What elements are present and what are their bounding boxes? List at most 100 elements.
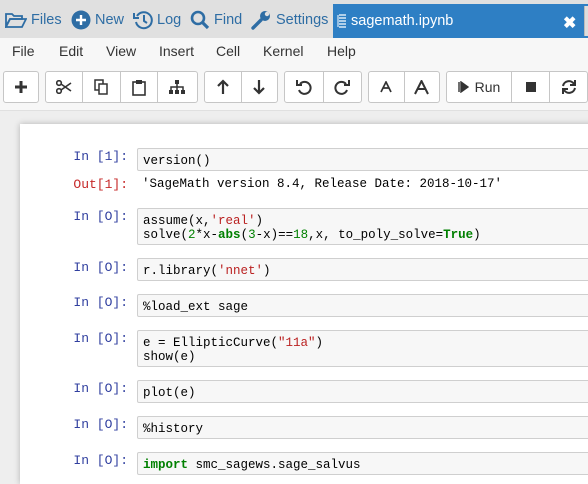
undo-button[interactable]	[285, 72, 324, 102]
edit-group	[45, 71, 198, 103]
code-cell-input[interactable]: version()	[137, 148, 588, 171]
menu-insert[interactable]: Insert	[159, 43, 194, 59]
code-cell-input[interactable]: %history	[137, 416, 588, 439]
settings-nav[interactable]: Settings	[251, 8, 328, 32]
files-nav[interactable]: Files	[5, 8, 62, 32]
font-group	[368, 71, 440, 103]
notebook-container: In [1]: version() Out[1]: 'SageMath vers…	[20, 124, 588, 484]
code-string: "11a"	[278, 336, 316, 350]
code-cell-input[interactable]: e = EllipticCurve("11a") show(e)	[137, 330, 588, 367]
copy-button[interactable]	[83, 72, 121, 102]
code-token: solve(	[143, 228, 189, 242]
close-icon[interactable]: ✖	[563, 13, 576, 33]
run-label: Run	[474, 79, 501, 95]
input-prompt: In [O]:	[73, 417, 128, 432]
input-prompt: In [O]:	[73, 453, 128, 468]
code-builtin: abs	[218, 228, 241, 242]
stop-icon	[525, 82, 536, 92]
menu-file[interactable]: File	[12, 43, 35, 59]
font-smaller-button[interactable]	[369, 72, 405, 102]
font-small-icon	[380, 81, 393, 93]
redo-button[interactable]	[324, 72, 362, 102]
code-cell-input[interactable]: import smc_sagews.sage_salvus	[137, 452, 588, 475]
code-cell-input[interactable]: assume(x,'real') solve(2*x-abs(3-x)==18,…	[137, 208, 588, 245]
code-token: )	[255, 214, 264, 228]
menubar: File Edit View Insert Cell Kernel Help	[0, 38, 588, 65]
input-prompt: In [O]:	[73, 260, 128, 275]
plus-icon	[15, 81, 27, 93]
next-tab-edge[interactable]	[584, 6, 588, 36]
top-navbar: Files New Log Find Settings sagemath.ipy…	[0, 0, 588, 39]
scissors-icon	[56, 80, 72, 94]
stop-button[interactable]	[512, 72, 550, 102]
code-cell-input[interactable]: plot(e)	[137, 380, 588, 403]
undo-icon	[295, 80, 312, 95]
insert-cell-button[interactable]	[4, 72, 38, 102]
font-large-icon	[414, 79, 430, 94]
font-larger-button[interactable]	[405, 72, 440, 102]
code-cell-input[interactable]: r.library('nnet')	[137, 258, 588, 281]
code-token: e = EllipticCurve(	[143, 336, 279, 350]
code-cell-input[interactable]: %load_ext sage	[137, 294, 588, 317]
paste-button[interactable]	[121, 72, 158, 102]
redo-icon	[334, 80, 351, 95]
tab-title: sagemath.ipynb	[351, 13, 454, 29]
code-keyword: import	[143, 458, 189, 472]
code-number: 3	[248, 228, 256, 242]
log-label: Log	[157, 12, 182, 28]
code-number: 18	[293, 228, 309, 242]
code-line: show(e)	[143, 350, 196, 364]
move-up-button[interactable]	[205, 72, 242, 102]
menu-help[interactable]: Help	[327, 43, 356, 59]
step-forward-icon	[457, 81, 469, 93]
input-prompt: In [1]:	[73, 149, 128, 164]
menu-kernel[interactable]: Kernel	[263, 43, 303, 59]
history-icon	[133, 11, 153, 30]
code-token: )	[263, 264, 271, 278]
menu-edit[interactable]: Edit	[59, 43, 83, 59]
code-token: r.library(	[143, 264, 219, 278]
sitemap-button[interactable]	[158, 72, 197, 102]
code-line: %history	[143, 422, 204, 436]
clipboard-icon	[131, 79, 146, 96]
new-label: New	[95, 12, 125, 28]
plus-circle-icon	[71, 10, 91, 30]
code-string: 'nnet'	[218, 264, 264, 278]
menu-view[interactable]: View	[106, 43, 136, 59]
new-nav[interactable]: New	[71, 8, 124, 32]
wrench-icon	[251, 11, 270, 30]
input-prompt: In [O]:	[73, 209, 128, 224]
code-token: )	[315, 336, 324, 350]
files-label: Files	[31, 12, 62, 28]
find-nav[interactable]: Find	[190, 8, 242, 32]
run-button[interactable]: Run	[447, 72, 512, 102]
input-prompt: In [O]:	[73, 331, 128, 346]
code-token: )	[473, 228, 481, 242]
log-nav[interactable]: Log	[133, 8, 181, 32]
toolbar: Run	[0, 64, 588, 111]
code-line: plot(e)	[143, 386, 196, 400]
input-prompt: In [O]:	[73, 295, 128, 310]
run-group: Run	[446, 71, 588, 103]
notebook-icon	[337, 14, 346, 28]
code-line: version()	[143, 154, 211, 168]
refresh-icon	[561, 80, 576, 94]
code-number: 2	[188, 228, 196, 242]
insert-group	[3, 71, 39, 103]
search-icon	[190, 10, 210, 30]
code-string: 'real'	[210, 214, 256, 228]
arrow-up-icon	[216, 79, 229, 94]
output-prompt: Out[1]:	[73, 177, 128, 192]
code-keyword: True	[443, 228, 474, 242]
cut-button[interactable]	[46, 72, 84, 102]
code-token: assume(x,	[143, 214, 211, 228]
move-down-button[interactable]	[242, 72, 278, 102]
output-text: 'SageMath version 8.4, Release Date: 201…	[142, 177, 503, 191]
restart-button[interactable]	[550, 72, 587, 102]
code-token: *x-	[195, 228, 219, 242]
arrow-down-icon	[253, 80, 266, 95]
tab-sagemath-ipynb[interactable]: sagemath.ipynb ✖	[333, 4, 588, 38]
folder-open-icon	[5, 13, 27, 28]
code-token: smc_sagews.sage_salvus	[188, 458, 361, 472]
menu-cell[interactable]: Cell	[216, 43, 240, 59]
